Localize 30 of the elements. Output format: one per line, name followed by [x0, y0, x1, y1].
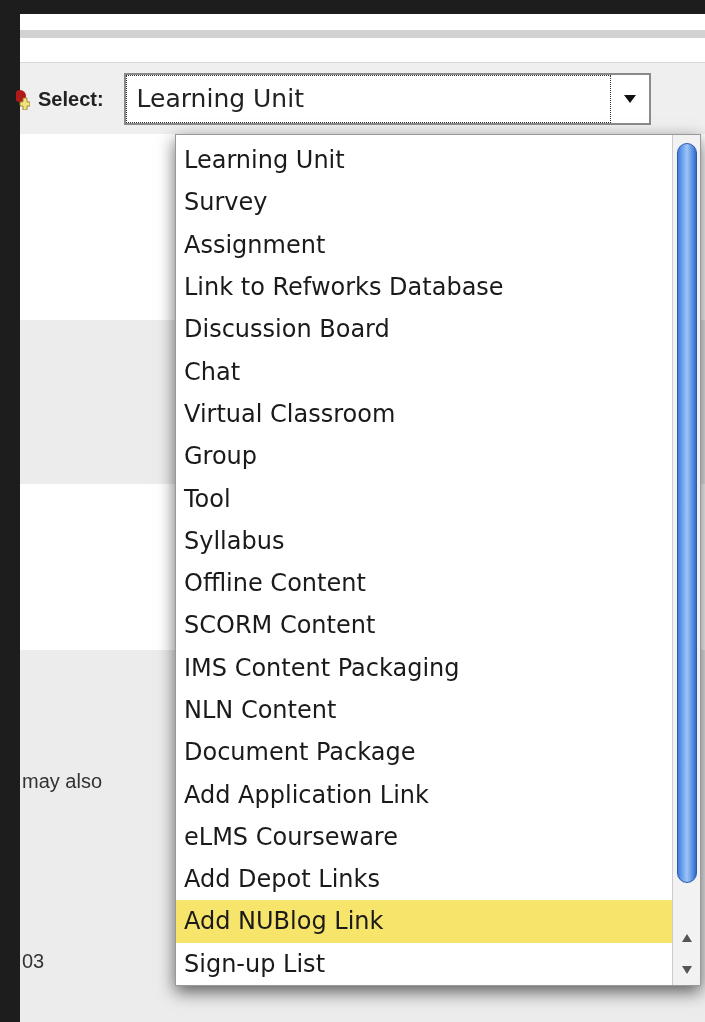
scroll-thumb[interactable]: [676, 143, 697, 883]
menu-option[interactable]: Add Depot Links: [176, 858, 672, 901]
menu-option[interactable]: Sign-up List: [176, 942, 672, 985]
caret-icon: [622, 93, 637, 104]
menu-option[interactable]: SCORM Content: [176, 604, 672, 647]
select-label: Select:: [38, 86, 104, 112]
menu-option[interactable]: Offline Content: [176, 561, 672, 605]
menu-option[interactable]: Add NUBlog Link: [176, 900, 672, 943]
menu-option[interactable]: Document Package: [176, 731, 672, 774]
date-text: 03: [22, 949, 45, 974]
menu-option[interactable]: Syllabus: [176, 519, 672, 562]
menu-option[interactable]: Assignment: [176, 223, 672, 266]
type-select[interactable]: Learning Unit: [123, 72, 651, 125]
menu-option[interactable]: Virtual Classroom: [176, 392, 672, 436]
menu-option[interactable]: Add Application Link: [176, 773, 672, 816]
menu-option[interactable]: Learning Unit: [176, 139, 672, 182]
menu-option[interactable]: Group: [176, 435, 672, 478]
menu-option[interactable]: IMS Content Packaging: [176, 646, 672, 689]
menu-option[interactable]: NLN Content: [176, 688, 672, 732]
menu-option[interactable]: Tool: [176, 477, 672, 520]
description-text: may also: [22, 769, 103, 794]
scrollbar[interactable]: [672, 135, 700, 985]
menu-option[interactable]: Link to Refworks Database: [176, 265, 672, 309]
menu-option[interactable]: eLMS Courseware: [176, 815, 672, 859]
menu-option[interactable]: Discussion Board: [176, 308, 672, 351]
menu-option[interactable]: Chat: [176, 350, 672, 393]
add-icon: [16, 87, 30, 110]
scroll-down-icon[interactable]: [680, 965, 693, 975]
menu-option[interactable]: Survey: [176, 181, 672, 224]
scroll-up-icon[interactable]: [680, 933, 693, 943]
